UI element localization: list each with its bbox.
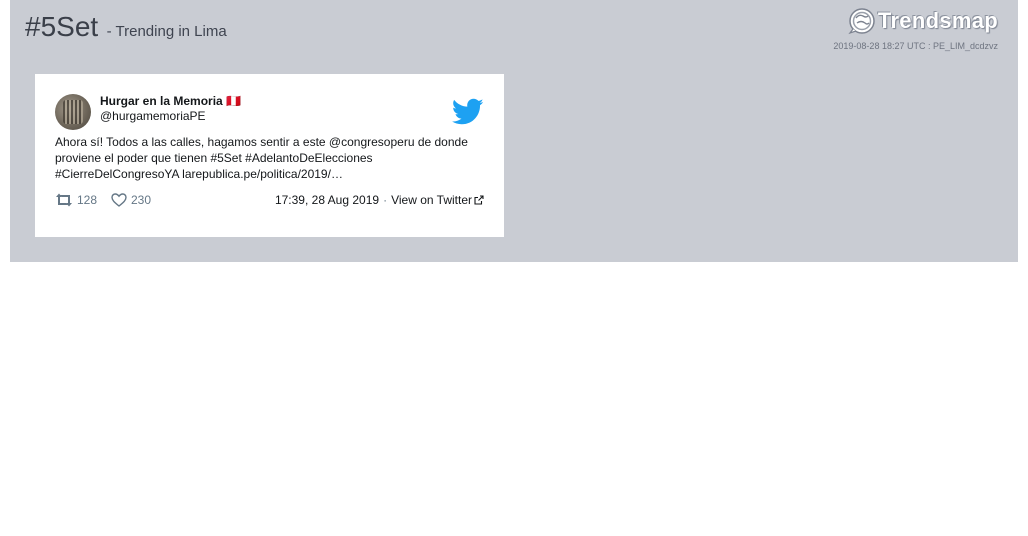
retweet-count: 128 <box>77 193 98 207</box>
trend-panel: #5Set - Trending in Lima Trendsmap 2019-… <box>10 0 1018 262</box>
like-stat[interactable]: 230 <box>111 193 151 207</box>
tweet-user-name[interactable]: Hurgar en la Memoria 🇵🇪 <box>100 94 241 108</box>
page-heading: #5Set - Trending in Lima <box>25 11 227 43</box>
heart-icon <box>111 193 127 207</box>
retweet-stat[interactable]: 128 <box>55 193 97 207</box>
trending-location: - Trending in Lima <box>106 23 227 40</box>
hashtag-title: #5Set <box>25 11 99 42</box>
twitter-bird-icon[interactable] <box>452 98 484 126</box>
tweet-text: Ahora sí! Todos a las calles, hagamos se… <box>55 135 468 181</box>
retweet-icon <box>56 193 72 207</box>
external-link-icon <box>474 195 484 205</box>
trendsmap-globe-icon <box>848 8 875 35</box>
view-on-twitter-link[interactable]: View on Twitter <box>391 193 484 207</box>
timestamp-label: 2019-08-28 18:27 UTC : PE_LIM_dcdzvz <box>833 41 998 51</box>
brand-name: Trendsmap <box>877 8 998 33</box>
tweet-card: Hurgar en la Memoria 🇵🇪 @hurgamemoriaPE … <box>35 74 504 237</box>
view-on-twitter-label: View on Twitter <box>391 193 472 207</box>
tweet-user-handle[interactable]: @hurgamemoriaPE <box>100 109 206 123</box>
meta-separator: · <box>383 193 388 207</box>
tweet-meta: 17:39, 28 Aug 2019 · View on Twitter <box>275 193 484 207</box>
trendsmap-logo[interactable]: Trendsmap <box>848 7 998 35</box>
tweet-footer: 128 230 17:39, 28 Aug 2019 · View on Twitt… <box>55 193 484 211</box>
tweet-time[interactable]: 17:39, 28 Aug 2019 <box>275 193 379 207</box>
avatar[interactable] <box>55 94 91 130</box>
like-count: 230 <box>131 193 152 207</box>
